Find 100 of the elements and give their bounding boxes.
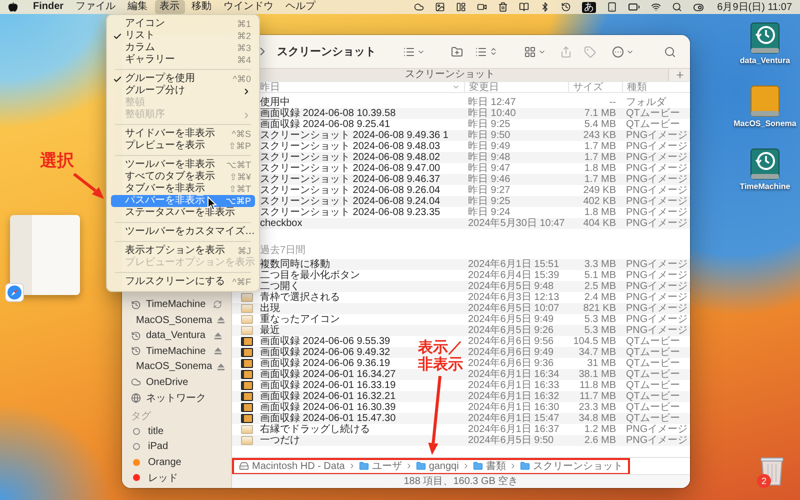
menu-title[interactable]: ウインドウ (218, 0, 279, 14)
size-cell-text: 34.7 MB (578, 347, 617, 358)
kind-cell-text: PNGイメージ (625, 163, 689, 174)
date-cell-text: 昨日 9:24 (467, 207, 512, 218)
file-name: 出現 (260, 303, 280, 314)
tag-icon (584, 46, 596, 58)
tag-item[interactable]: iPad (127, 439, 226, 454)
menu-item[interactable]: 表示オプションを表示 ⌘J (111, 245, 255, 257)
size-cell-text: 23.3 MB (578, 402, 617, 413)
kind-cell-text: PNGイメージ (625, 314, 689, 325)
sidebar-item[interactable]: data_Ventura (127, 328, 226, 344)
menu-title[interactable]: 表示 (154, 0, 185, 14)
battery-icon[interactable] (628, 1, 640, 13)
menu-title[interactable]: 移動 (186, 0, 217, 14)
file-thumbnail (241, 326, 253, 335)
sidebar-item[interactable]: ネットワーク (127, 390, 226, 406)
tag-item[interactable]: レッド (127, 470, 226, 486)
clock-arrow-icon[interactable] (561, 2, 572, 12)
input-source-indicator[interactable]: あ (582, 2, 596, 12)
menu-title[interactable]: ファイル (70, 0, 121, 14)
toggle-icon[interactable] (693, 2, 704, 12)
group-button[interactable] (524, 46, 546, 58)
picture-icon[interactable] (435, 2, 446, 12)
menu-item[interactable]: ツールバーをカスタマイズ… (111, 226, 255, 238)
path-item[interactable]: gangqi (416, 460, 459, 472)
more-button[interactable] (612, 46, 634, 58)
tablet-icon[interactable] (607, 2, 618, 12)
menu-title[interactable]: 編集 (122, 0, 153, 14)
kind-cell-text: PNGイメージ (625, 325, 689, 336)
sync-icon (213, 300, 222, 310)
menu-item[interactable]: プレビューを表示 ⇧⌘P (111, 140, 255, 152)
menu-item[interactable]: ツールバーを非表示 ⌥⌘T (111, 159, 255, 171)
trash-icon[interactable] (498, 2, 508, 12)
wifi-icon[interactable] (651, 2, 662, 12)
sidebar-item[interactable]: MacOS_Sonema (127, 312, 226, 328)
column-header[interactable]: 種類 (622, 82, 690, 92)
path-item[interactable]: Macintosh HD - Data (239, 460, 345, 472)
eject-icon[interactable] (214, 332, 222, 340)
path-item[interactable]: ユーザ (358, 459, 402, 473)
panel-layout-icon[interactable] (456, 2, 466, 12)
annotation-arrow (73, 172, 104, 199)
menu-title[interactable]: ヘルプ (280, 0, 321, 14)
date-cell-text: 2024年5月30日 10:47 (467, 218, 566, 229)
date-cell-text: 2024年6月1日 16:37 (467, 424, 560, 435)
sidebar-item[interactable]: TimeMachine (127, 297, 226, 312)
window-thumbnail[interactable] (10, 215, 80, 295)
menu-item[interactable]: アイコン ⌘1 (111, 18, 255, 30)
size-cell-text: 34.8 MB (578, 413, 617, 424)
menu-bar-clock[interactable]: 6月9日(日) 11:07 (717, 0, 792, 14)
kind-cell-text: QTムービー (625, 347, 681, 358)
search-icon[interactable] (672, 2, 682, 12)
eject-icon[interactable] (214, 347, 222, 356)
menu-item[interactable]: ギャラリー ⌘4 (111, 54, 255, 66)
menu-item[interactable]: カラム ⌘3 (111, 42, 255, 54)
menu-item[interactable]: サイドバーを非表示 ^⌘S (111, 128, 255, 140)
compass-icon[interactable] (5, 283, 24, 302)
path-item[interactable]: スクリーンショット (520, 459, 623, 473)
desktop-icon-label[interactable]: MacOS_Sonema (734, 119, 796, 128)
date-cell-text: 2024年6月6日 9:56 (467, 336, 555, 347)
menu-title[interactable]: Finder (28, 0, 69, 14)
search-icon (664, 46, 676, 58)
file-name: スクリーンショット 2024-06-08 9.24.04 (260, 196, 440, 207)
menu-item[interactable]: リスト ⌘2 (111, 30, 255, 42)
menu-item[interactable]: グループを使用 ^⌘0 (111, 73, 255, 85)
file-name: 重なったアイコン (260, 314, 340, 325)
size-cell-text: 1.8 MB (583, 207, 617, 218)
menu-item[interactable]: すべてのタブを表示 ⇧⌘¥ (111, 171, 255, 183)
desktop-icon-label[interactable]: data_Ventura (740, 56, 790, 65)
sidebar-item[interactable]: MacOS_Sonema (127, 359, 226, 374)
eject-icon[interactable] (217, 316, 226, 324)
kind-cell-text: QTムービー (625, 413, 681, 424)
annotation-text: 表示／非表示 (418, 340, 464, 373)
clock-drive-icon[interactable] (750, 22, 780, 54)
tag-item[interactable]: title (127, 424, 226, 439)
bluetooth-icon[interactable] (540, 2, 550, 12)
book-icon[interactable] (519, 2, 530, 12)
eject-icon[interactable] (217, 362, 226, 371)
size-cell-text: 404 KB (582, 218, 617, 229)
folder-icon (416, 461, 426, 471)
video-camera-icon[interactable] (477, 2, 488, 12)
date-cell-text: 2024年6月5日 9:26 (467, 325, 555, 336)
kind-cell-text: PNGイメージ (625, 152, 689, 163)
path-item[interactable]: 書類 (472, 459, 506, 473)
menu-item[interactable]: タブバーを非表示 ⇧⌘T (111, 183, 255, 195)
file-name: 画面収録 2024-06-06 9.49.32 (260, 347, 390, 358)
apple-icon[interactable] (8, 2, 18, 12)
sidebar-item[interactable]: OneDrive (127, 374, 226, 390)
kind-cell-text: PNGイメージ (625, 292, 689, 303)
date-cell-text: 昨日 9:49 (467, 141, 512, 152)
kind-cell-text: PNGイメージ (625, 218, 689, 229)
tag-item[interactable]: Orange (127, 454, 226, 470)
menu-item[interactable]: フルスクリーンにする ^⌘F (111, 276, 255, 288)
sidebar-item[interactable]: TimeMachine (127, 344, 226, 359)
search-button[interactable] (664, 46, 676, 58)
cloud-icon[interactable] (414, 2, 424, 12)
file-name: 一つだけ (260, 435, 300, 446)
new-folder-button[interactable] (451, 46, 463, 58)
clock-drive-icon[interactable] (750, 148, 780, 180)
column-header[interactable]: サイズ (568, 82, 622, 92)
new-tab-button[interactable] (668, 69, 690, 81)
